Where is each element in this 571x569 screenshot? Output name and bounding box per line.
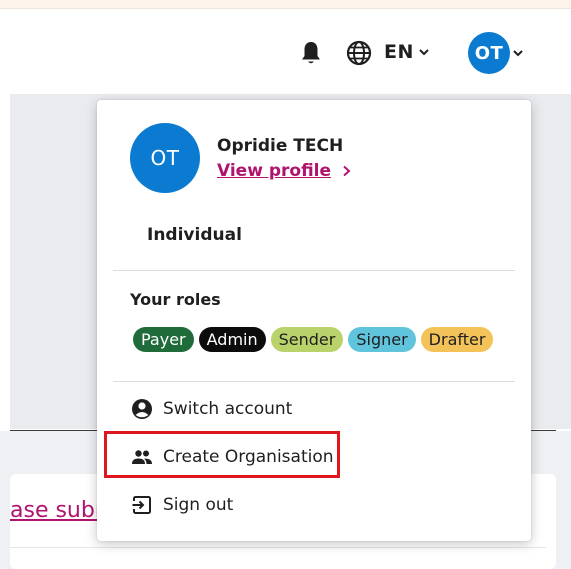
profile-avatar: OT [130,123,200,193]
user-name: Opridie TECH [217,136,344,156]
language-selector[interactable]: EN [384,41,414,63]
sign-out-icon [132,496,151,514]
roles-title: Your roles [130,290,221,309]
bell-icon[interactable] [300,40,322,66]
role-chip: Admin [198,327,266,352]
account-circle-icon [132,399,152,419]
chevron-down-icon[interactable] [418,46,430,58]
menu-divider [113,270,515,271]
globe-icon[interactable] [346,40,372,66]
page: EN OT ase subr OT Opridie TECH View prof… [0,0,571,569]
background-card-divider [10,547,546,548]
background-link[interactable]: ase subr [10,498,104,523]
user-avatar-button[interactable]: OT [468,32,510,74]
role-chip: Payer [133,327,194,352]
sign-out-item[interactable]: Sign out [131,494,233,516]
account-type: Individual [147,225,242,245]
create-organisation-label: Create Organisation [163,447,334,467]
view-profile-link[interactable]: View profile [217,161,351,181]
sign-out-label: Sign out [163,495,234,515]
people-icon [132,450,152,464]
top-header: EN OT [0,10,571,92]
top-strip [0,0,571,9]
user-menu-dropdown: OT Opridie TECH View profile Individual … [97,100,531,541]
create-organisation-item[interactable]: Create Organisation [131,446,334,468]
switch-account-label: Switch account [163,399,293,419]
chevron-right-icon [343,165,351,177]
view-profile-label: View profile [217,161,332,181]
switch-account-item[interactable]: Switch account [131,398,292,420]
roles-list: Payer Admin Sender Signer Drafter [133,327,494,352]
menu-divider [113,381,515,382]
role-chip: Drafter [420,327,494,352]
chevron-down-icon[interactable] [512,47,524,59]
role-chip: Signer [348,327,416,352]
role-chip: Sender [270,327,344,352]
